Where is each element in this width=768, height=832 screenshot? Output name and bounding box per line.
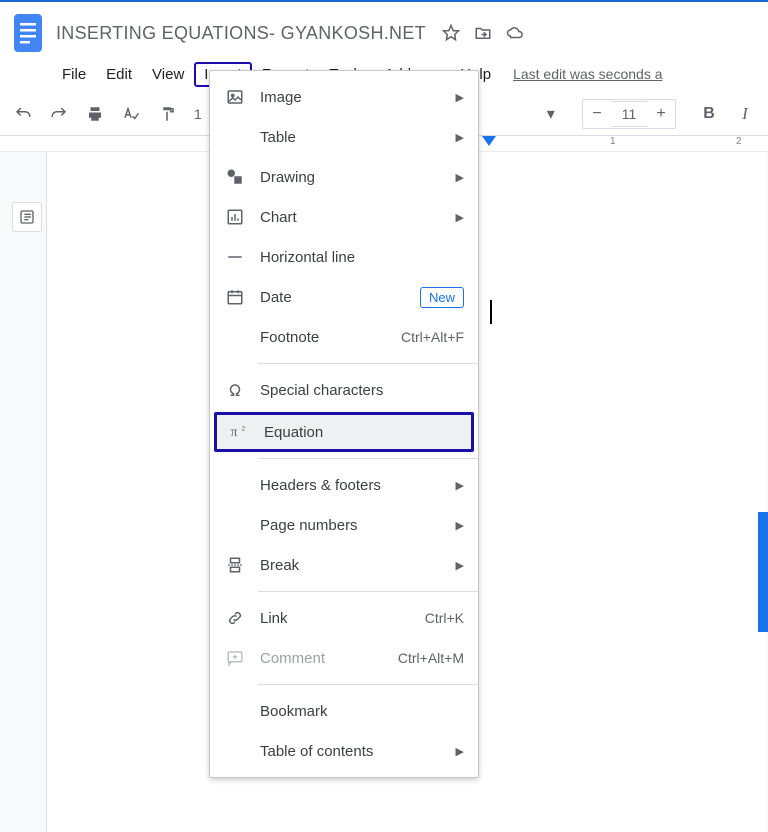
cloud-status-icon[interactable]	[506, 24, 524, 42]
move-folder-icon[interactable]	[474, 24, 492, 42]
new-badge: New	[420, 287, 464, 308]
horizontal-line-icon	[224, 246, 246, 268]
font-size-decrease[interactable]: −	[583, 100, 611, 128]
svg-text:2: 2	[242, 425, 246, 432]
submenu-arrow-icon: ▶	[456, 131, 464, 144]
insert-comment-item: Comment Ctrl+Alt+M	[210, 638, 478, 678]
scrollbar-thumb[interactable]	[758, 512, 768, 632]
spellcheck-button[interactable]	[118, 101, 144, 127]
insert-image-item[interactable]: Image ▶	[210, 77, 478, 117]
header-row: INSERTING EQUATIONS- GYANKOSH.NET	[0, 2, 768, 58]
menu-view[interactable]: View	[142, 62, 194, 87]
insert-equation-label: Equation	[264, 424, 460, 441]
insert-menu-dropdown: Image ▶ Table ▶ Drawing ▶ Chart ▶ Horizo…	[209, 70, 479, 778]
insert-headers-footers-item[interactable]: Headers & footers ▶	[210, 465, 478, 505]
submenu-arrow-icon: ▶	[456, 559, 464, 572]
link-icon	[224, 607, 246, 629]
undo-button[interactable]	[10, 101, 36, 127]
ruler-tick-1: 1	[610, 136, 616, 147]
menu-file[interactable]: File	[52, 62, 96, 87]
paint-format-button[interactable]	[154, 101, 180, 127]
insert-drawing-item[interactable]: Drawing ▶	[210, 157, 478, 197]
insert-image-label: Image	[260, 89, 442, 106]
insert-bookmark-item[interactable]: Bookmark	[210, 691, 478, 731]
submenu-arrow-icon: ▶	[456, 479, 464, 492]
insert-equation-item[interactable]: π2 Equation	[214, 412, 474, 452]
insert-footnote-label: Footnote	[260, 329, 387, 346]
insert-link-item[interactable]: Link Ctrl+K	[210, 598, 478, 638]
submenu-arrow-icon: ▶	[456, 171, 464, 184]
svg-text:π: π	[231, 424, 238, 439]
insert-break-label: Break	[260, 557, 442, 574]
last-edit-link[interactable]: Last edit was seconds a	[513, 66, 662, 82]
insert-comment-label: Comment	[260, 650, 384, 667]
insert-table-label: Table	[260, 129, 442, 146]
submenu-arrow-icon: ▶	[456, 745, 464, 758]
menu-separator	[258, 458, 478, 459]
document-title[interactable]: INSERTING EQUATIONS- GYANKOSH.NET	[52, 21, 430, 46]
insert-drawing-label: Drawing	[260, 169, 442, 186]
chart-icon	[224, 206, 246, 228]
comment-shortcut: Ctrl+Alt+M	[398, 650, 464, 666]
insert-date-item[interactable]: Date New	[210, 277, 478, 317]
font-family-dropdown[interactable]: ▾	[542, 105, 560, 123]
insert-page-numbers-item[interactable]: Page numbers ▶	[210, 505, 478, 545]
show-outline-button[interactable]	[12, 202, 42, 232]
docs-app-icon[interactable]	[8, 8, 48, 58]
zoom-indicator: 1	[194, 106, 202, 122]
insert-special-characters-label: Special characters	[260, 382, 464, 399]
insert-page-numbers-label: Page numbers	[260, 517, 442, 534]
link-shortcut: Ctrl+K	[425, 610, 464, 626]
font-size-input[interactable]	[611, 101, 647, 127]
text-cursor	[490, 300, 492, 324]
drawing-icon	[224, 166, 246, 188]
comment-icon	[224, 647, 246, 669]
insert-horizontal-line-label: Horizontal line	[260, 249, 464, 266]
italic-button[interactable]: I	[732, 101, 758, 127]
insert-special-characters-item[interactable]: Special characters	[210, 370, 478, 410]
indent-marker-icon[interactable]	[482, 136, 496, 146]
submenu-arrow-icon: ▶	[456, 519, 464, 532]
insert-horizontal-line-item[interactable]: Horizontal line	[210, 237, 478, 277]
menu-edit[interactable]: Edit	[96, 62, 142, 87]
calendar-icon	[224, 286, 246, 308]
insert-headers-footers-label: Headers & footers	[260, 477, 442, 494]
insert-table-of-contents-label: Table of contents	[260, 743, 442, 760]
footnote-shortcut: Ctrl+Alt+F	[401, 329, 464, 345]
menu-separator	[258, 591, 478, 592]
submenu-arrow-icon: ▶	[456, 91, 464, 104]
insert-table-item[interactable]: Table ▶	[210, 117, 478, 157]
insert-bookmark-label: Bookmark	[260, 703, 464, 720]
font-size-increase[interactable]: +	[647, 100, 675, 128]
insert-link-label: Link	[260, 610, 411, 627]
star-icon[interactable]	[442, 24, 460, 42]
insert-table-of-contents-item[interactable]: Table of contents ▶	[210, 731, 478, 771]
omega-icon	[224, 379, 246, 401]
image-icon	[224, 86, 246, 108]
font-size-control: − +	[582, 99, 676, 129]
ruler-tick-2: 2	[736, 136, 742, 147]
pi-icon: π2	[228, 421, 250, 443]
page-break-icon	[224, 554, 246, 576]
menu-separator	[258, 684, 478, 685]
insert-chart-item[interactable]: Chart ▶	[210, 197, 478, 237]
insert-date-label: Date	[260, 289, 406, 306]
insert-break-item[interactable]: Break ▶	[210, 545, 478, 585]
submenu-arrow-icon: ▶	[456, 211, 464, 224]
insert-footnote-item[interactable]: Footnote Ctrl+Alt+F	[210, 317, 478, 357]
menu-separator	[258, 363, 478, 364]
bold-button[interactable]: B	[696, 101, 722, 127]
redo-button[interactable]	[46, 101, 72, 127]
insert-chart-label: Chart	[260, 209, 442, 226]
print-button[interactable]	[82, 101, 108, 127]
